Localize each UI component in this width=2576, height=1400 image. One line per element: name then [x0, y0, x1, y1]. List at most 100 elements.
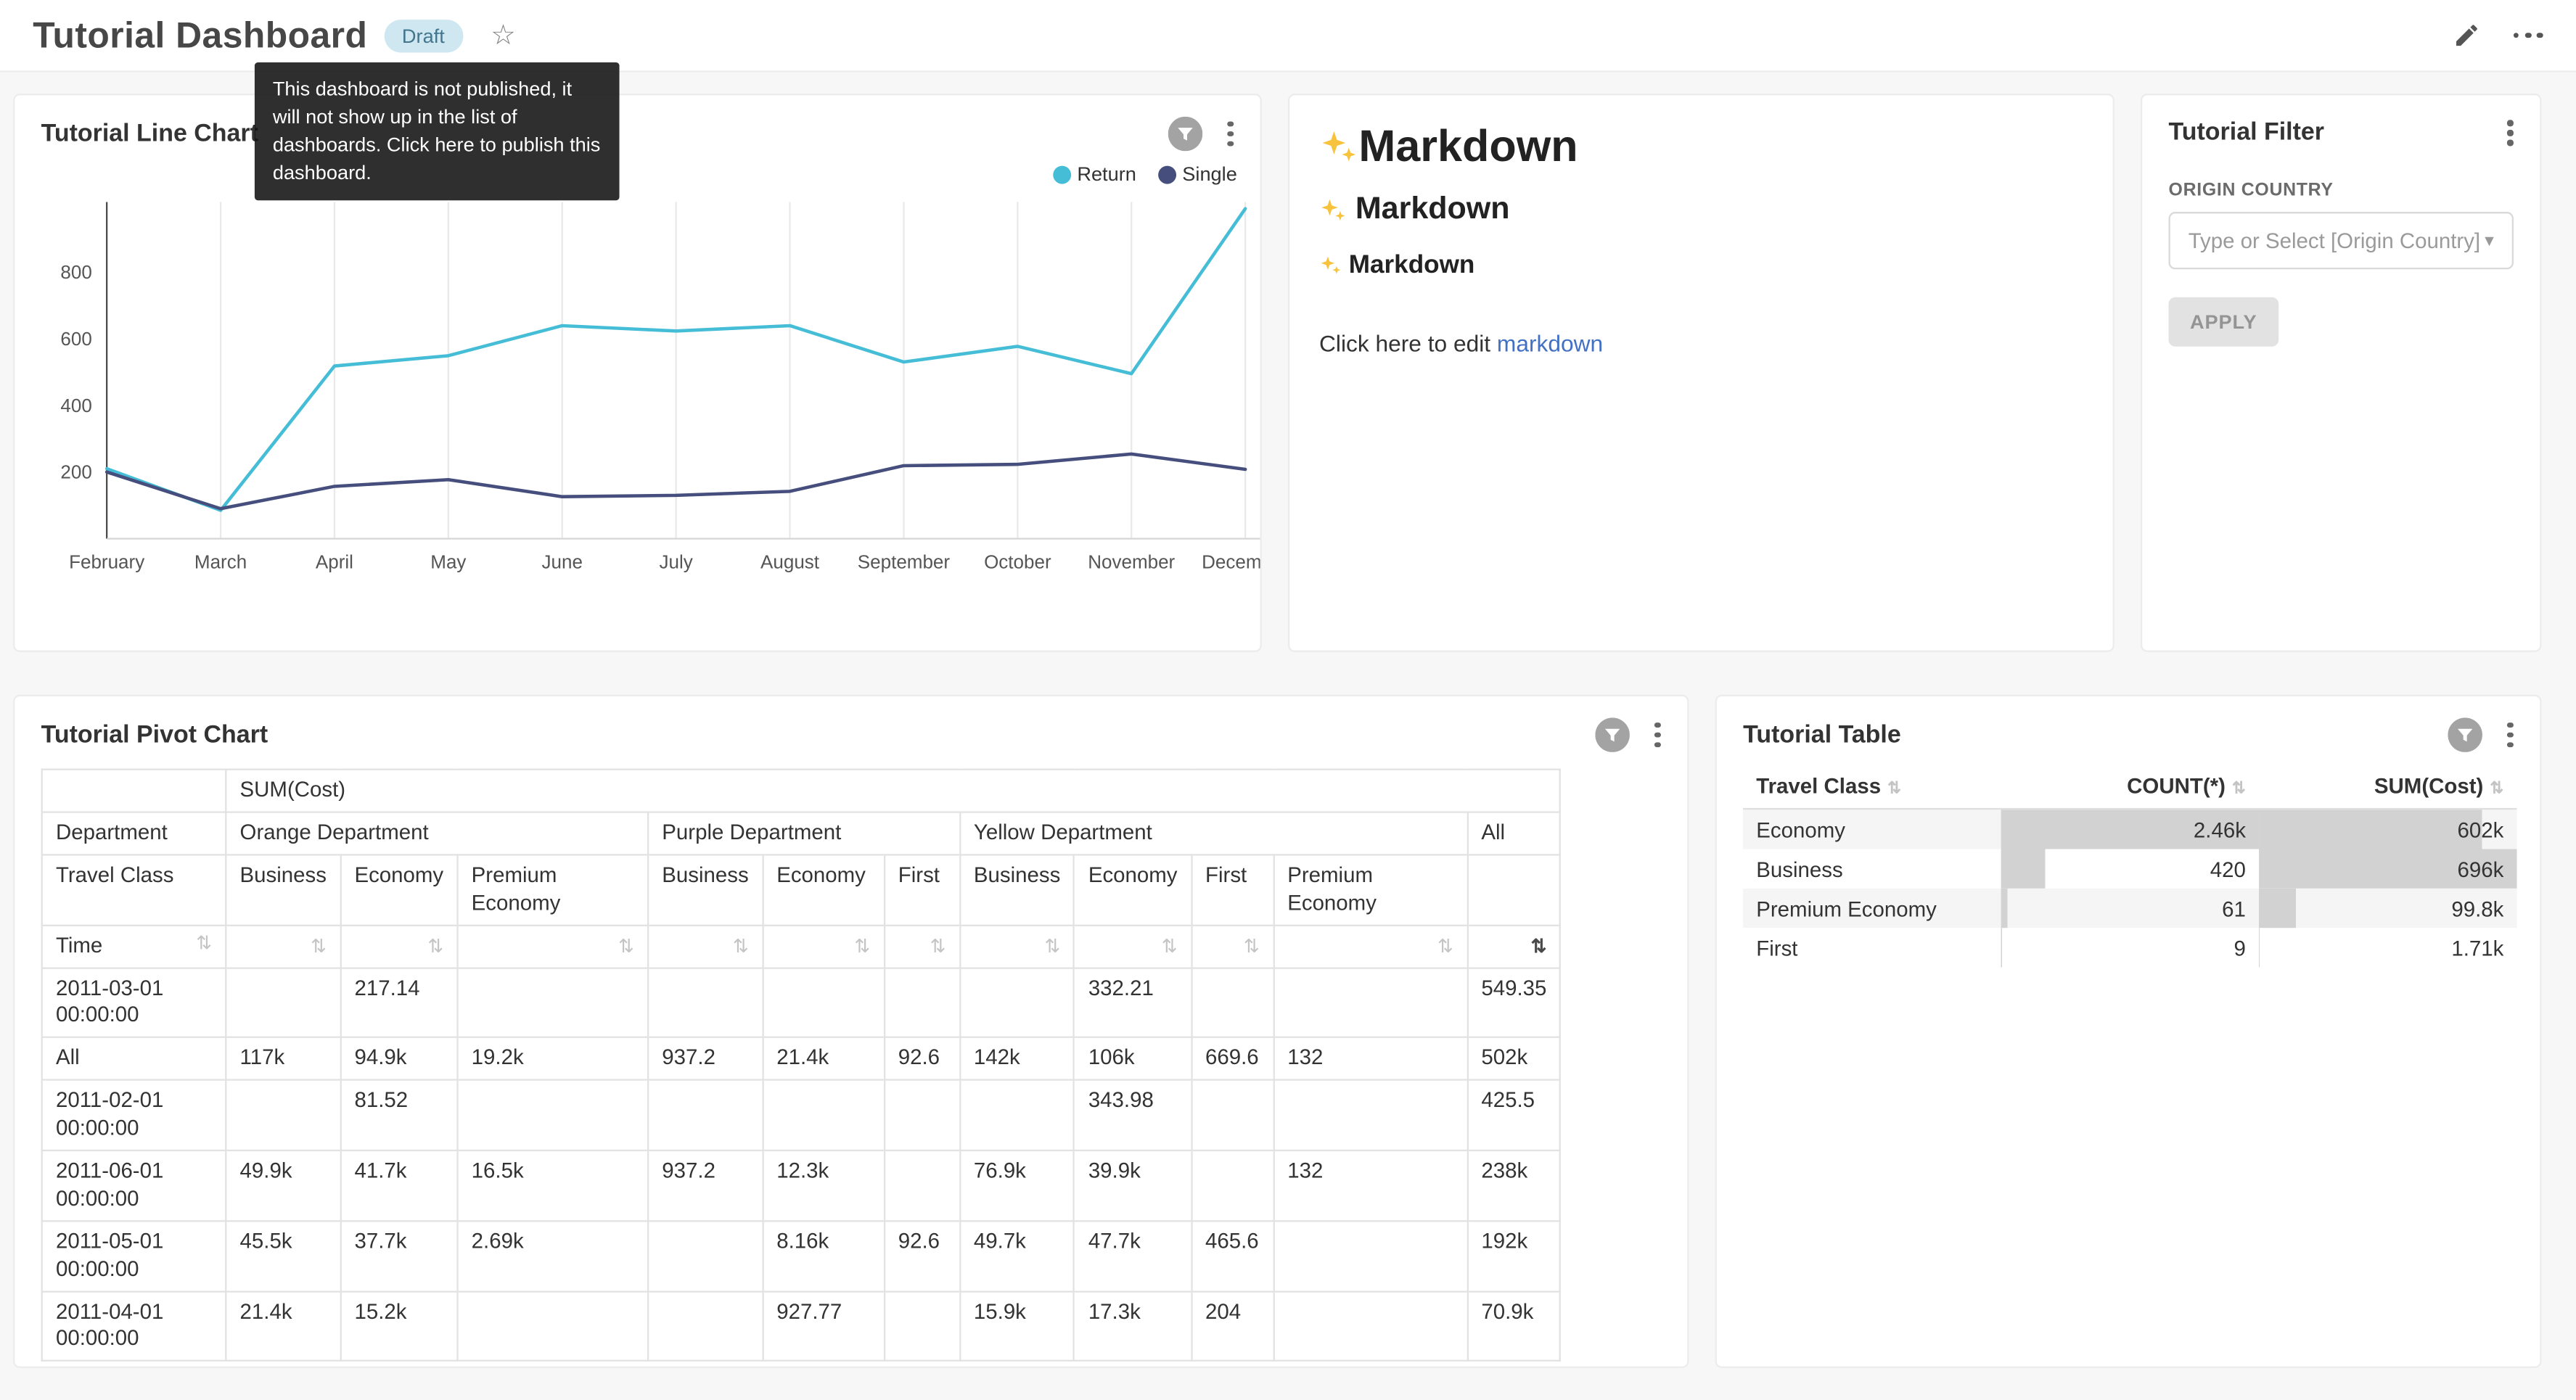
table-cell-sum: 602k — [2259, 809, 2516, 849]
pivot-cell: 39.9k — [1075, 1150, 1191, 1221]
dashboard-page: Tutorial Dashboard Draft ☆ This dashboar… — [0, 0, 2576, 1400]
pivot-cell: 16.5k — [457, 1150, 648, 1221]
kebab-menu-icon[interactable] — [1221, 118, 1240, 150]
svg-text:600: 600 — [60, 328, 91, 350]
pivot-cell: 132 — [1273, 1037, 1467, 1080]
pivot-cell: 92.6 — [885, 1037, 960, 1080]
sort-icon[interactable]: ⇅ — [311, 937, 327, 957]
more-icon[interactable] — [2513, 25, 2543, 45]
pivot-cell: 45.5k — [226, 1221, 340, 1291]
pivot-cell: 17.3k — [1075, 1291, 1191, 1362]
filter-indicator-icon[interactable] — [2448, 717, 2483, 752]
pivot-cell: 15.9k — [960, 1291, 1075, 1362]
table-title: Tutorial Table — [1743, 721, 1901, 749]
table-row: First91.71k — [1743, 928, 2516, 967]
legend-label: Single — [1182, 162, 1237, 186]
pivot-cell: Travel Class — [42, 855, 226, 925]
pivot-group-header: Yellow Department — [960, 812, 1467, 855]
publish-tooltip: This dashboard is not published, it will… — [255, 62, 620, 200]
table-row: Economy2.46k602k — [1743, 809, 2516, 849]
origin-country-select[interactable]: Type or Select [Origin Country] ▾ — [2169, 212, 2514, 269]
pivot-cell: 204 — [1191, 1291, 1273, 1362]
pivot-cell: 142k — [960, 1037, 1075, 1080]
pivot-cell: 343.98 — [1075, 1080, 1191, 1150]
table-cell-travel-class: Economy — [1743, 809, 2001, 849]
pivot-cell: 8.16k — [763, 1221, 885, 1291]
star-icon[interactable]: ☆ — [491, 21, 516, 49]
pivot-cell: All — [1467, 812, 1561, 855]
sort-icon[interactable]: ⇅ — [618, 937, 634, 957]
sort-icon[interactable]: ⇅ — [930, 937, 946, 957]
pivot-cell — [763, 968, 885, 1038]
sort-icon[interactable]: ⇅ — [1162, 937, 1178, 957]
line-chart: 200400600800FebruaryMarchAprilMayJuneJul… — [15, 186, 1260, 613]
kebab-menu-icon[interactable] — [2501, 719, 2520, 752]
pivot-cell — [226, 1080, 340, 1150]
filter-body: ORIGIN COUNTRY Type or Select [Origin Co… — [2142, 157, 2540, 350]
pivot-cell — [42, 770, 226, 812]
pivot-cell: 669.6 — [1191, 1037, 1273, 1080]
sort-icon[interactable]: ⇅ — [1887, 780, 1901, 798]
draft-badge[interactable]: Draft — [384, 19, 463, 52]
markdown-h2: Markdown — [1319, 192, 2083, 228]
pivot-cell — [885, 1150, 960, 1221]
svg-text:July: July — [660, 551, 693, 572]
pivot-cell: 12.3k — [763, 1150, 885, 1221]
table-header-sum-cost[interactable]: SUM(Cost) ⇅ — [2259, 764, 2516, 809]
edit-icon[interactable] — [2452, 21, 2479, 49]
sparkles-icon — [1319, 127, 1358, 166]
pivot-cell — [1273, 1080, 1467, 1150]
filter-indicator-icon[interactable] — [1169, 117, 1204, 152]
sort-icon[interactable]: ⇅ — [1437, 937, 1453, 957]
svg-text:September: September — [858, 551, 951, 572]
sort-icon[interactable]: ⇅ — [1044, 937, 1060, 957]
pivot-cell: 15.2k — [340, 1291, 457, 1362]
kebab-menu-icon[interactable] — [1649, 719, 1668, 752]
pivot-cell: 217.14 — [340, 968, 457, 1038]
pivot-cell — [1191, 1080, 1273, 1150]
table-card: Tutorial Table Travel Class⇅COUNT(*)⇅SUM… — [1715, 695, 2542, 1368]
svg-text:400: 400 — [60, 395, 91, 416]
sort-icon[interactable]: ⇅ — [2490, 780, 2503, 798]
pivot-cell: 927.77 — [763, 1291, 885, 1362]
pivot-cell: 21.4k — [763, 1037, 885, 1080]
filter-indicator-icon[interactable] — [1596, 717, 1630, 752]
sort-icon[interactable]: ⇅ — [1531, 937, 1547, 957]
sort-icon[interactable]: ⇅ — [196, 932, 212, 957]
table-header-travel-class[interactable]: Travel Class⇅ — [1743, 764, 2001, 809]
pivot-col-header: Business — [648, 855, 763, 925]
sort-icon[interactable]: ⇅ — [1244, 937, 1260, 957]
data-table-container: Travel Class⇅COUNT(*)⇅ SUM(Cost) ⇅ Economy2… — [1717, 760, 2540, 971]
legend-item[interactable]: Single — [1157, 162, 1236, 186]
pivot-cell — [1467, 855, 1561, 925]
sort-icon[interactable]: ⇅ — [733, 937, 749, 957]
table-header-count[interactable]: COUNT(*)⇅ — [2001, 764, 2259, 809]
legend-dot — [1052, 165, 1070, 184]
chart-title: Tutorial Line Chart — [41, 120, 258, 147]
pivot-cell — [1191, 968, 1273, 1038]
markdown-h3-text: Markdown — [1349, 251, 1475, 281]
pivot-cell: 2.69k — [457, 1221, 648, 1291]
sort-icon[interactable]: ⇅ — [854, 937, 870, 957]
pivot-cell: 117k — [226, 1037, 340, 1080]
kebab-menu-icon[interactable] — [2501, 117, 2520, 149]
table-row: Premium Economy6199.8k — [1743, 889, 2516, 928]
pivot-cell: ⇅ — [1191, 925, 1273, 968]
markdown-body: Markdown Markdown Markdown Click here to… — [1289, 95, 2112, 382]
pivot-cell: 937.2 — [648, 1150, 763, 1221]
svg-text:October: October — [984, 551, 1051, 572]
svg-text:June: June — [542, 551, 583, 572]
pivot-col-header: Premium Economy — [1273, 855, 1467, 925]
pivot-cell: ⇅ — [226, 925, 340, 968]
table-header-label: SUM(Cost) — [2374, 773, 2483, 798]
pivot-cell — [457, 968, 648, 1038]
legend-item[interactable]: Return — [1052, 162, 1136, 186]
apply-button[interactable]: APPLY — [2169, 297, 2278, 347]
pivot-table: SUM(Cost)DepartmentOrange DepartmentPurp… — [41, 769, 1562, 1362]
sort-icon[interactable]: ⇅ — [2232, 780, 2246, 798]
pivot-col-header: First — [885, 855, 960, 925]
line-chart-card: Tutorial Line Chart ReturnSingle 2004006… — [13, 94, 1262, 652]
sort-icon[interactable]: ⇅ — [427, 937, 443, 957]
markdown-edit-link[interactable]: markdown — [1497, 330, 1603, 356]
markdown-h1-text: Markdown — [1358, 122, 1578, 173]
